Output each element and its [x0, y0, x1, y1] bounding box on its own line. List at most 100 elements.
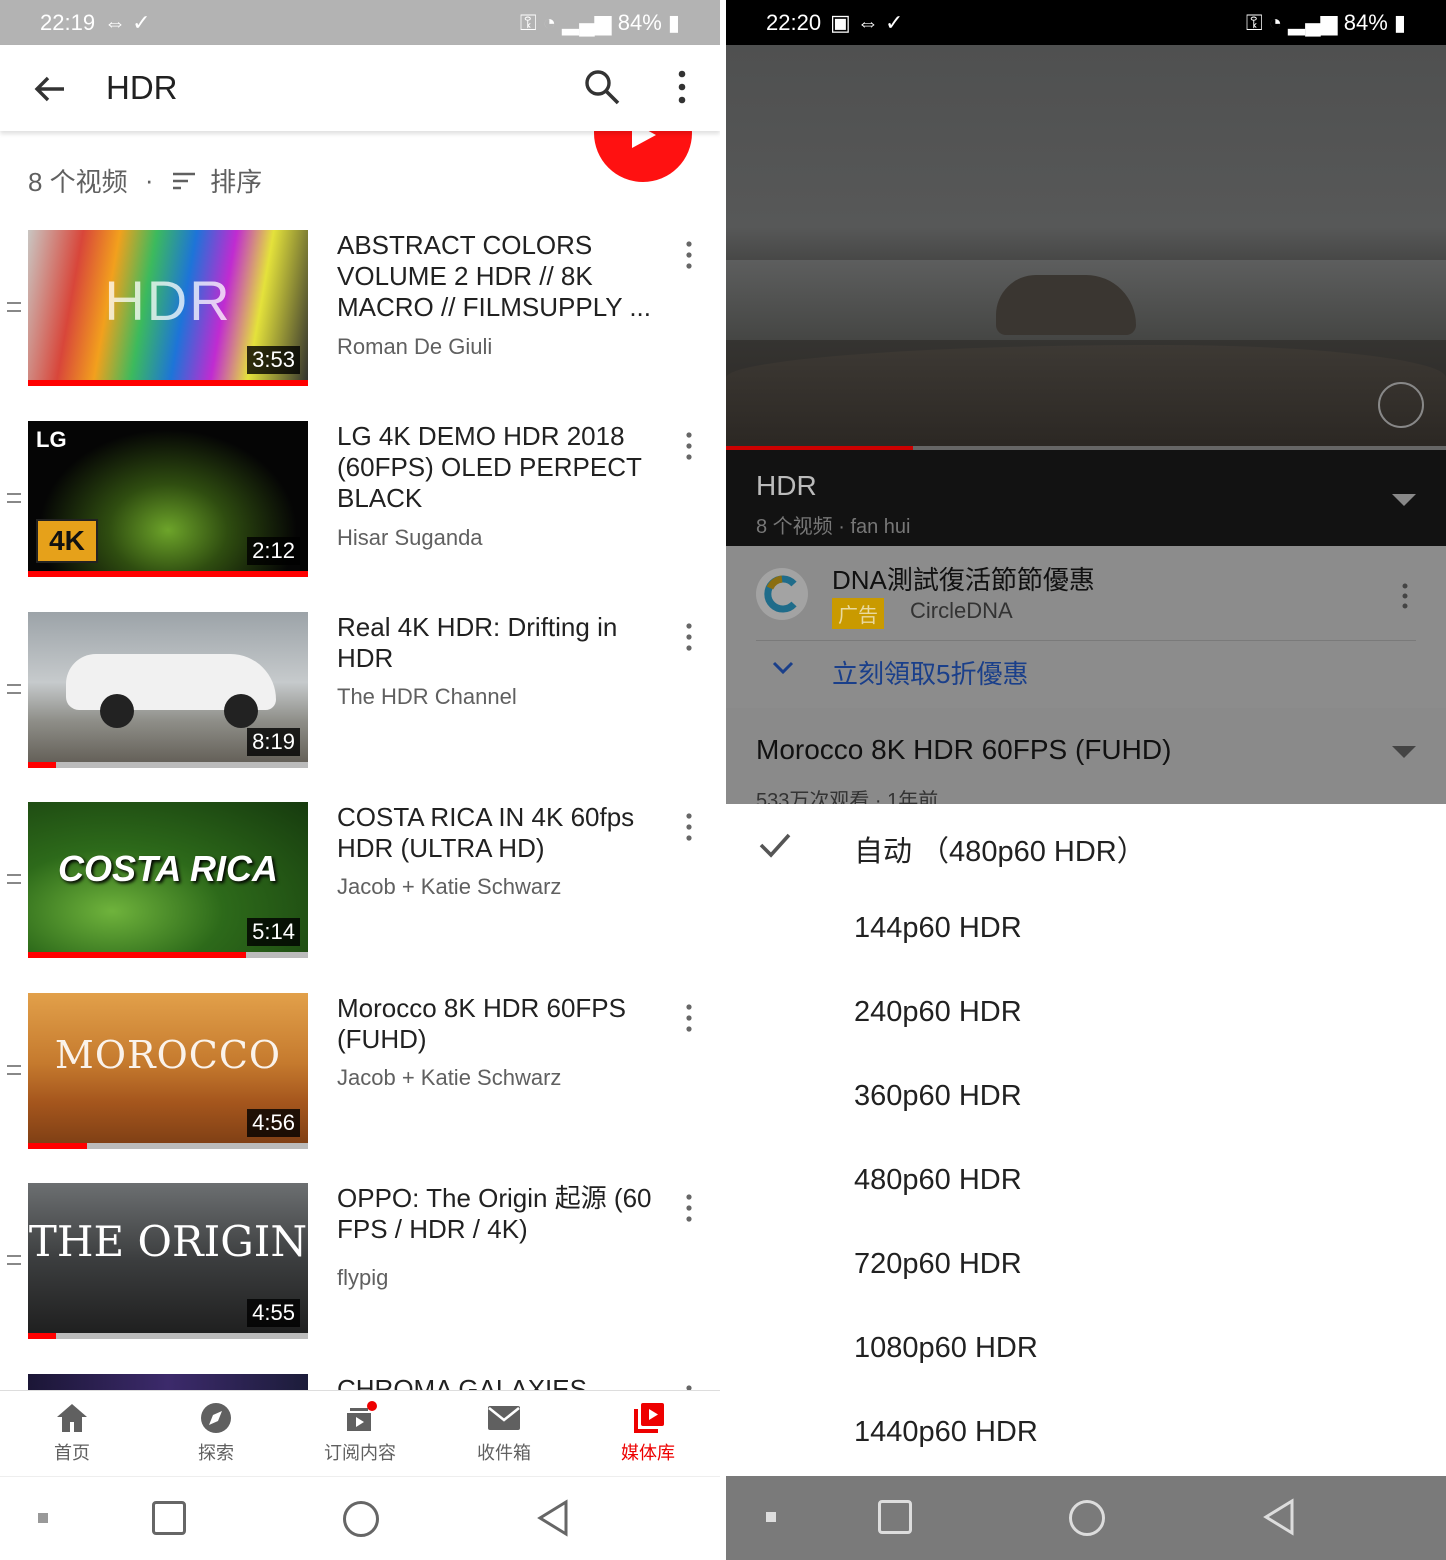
- video-list: HDR 3:53 ABSTRACT COLORS VOLUME 2 HDR //…: [0, 230, 720, 1390]
- video-thumbnail[interactable]: HDR 3:53: [28, 230, 308, 386]
- recents-button[interactable]: [152, 1501, 186, 1535]
- search-icon[interactable]: [582, 67, 622, 107]
- library-icon: [634, 1403, 664, 1433]
- back-button[interactable]: [1262, 1498, 1296, 1536]
- video-title: ABSTRACT COLORS VOLUME 2 HDR // 8K MACRO…: [337, 230, 651, 322]
- quality-option[interactable]: 144p60 HDR: [726, 888, 1446, 972]
- video-duration: 3:53: [247, 346, 300, 374]
- system-navigation-bar: [0, 1476, 720, 1560]
- chevron-down-icon[interactable]: [772, 661, 794, 675]
- quality-label: 144p60 HDR: [854, 912, 1022, 944]
- quality-option[interactable]: 480p60 HDR: [726, 1140, 1446, 1224]
- more-vert-icon[interactable]: [683, 240, 695, 270]
- more-vert-icon[interactable]: [683, 1193, 695, 1223]
- home-icon: [57, 1404, 87, 1432]
- back-arrow-icon[interactable]: [30, 69, 70, 109]
- ad-advertiser: CircleDNA: [910, 598, 1013, 623]
- more-vert-icon[interactable]: [683, 431, 695, 461]
- video-title: Real 4K HDR: Drifting in HDR: [337, 612, 618, 673]
- more-vert-icon[interactable]: [668, 67, 696, 107]
- divider: [756, 640, 1416, 641]
- video-duration: 8:19: [247, 728, 300, 756]
- quality-option[interactable]: 1080p60 HDR: [726, 1308, 1446, 1392]
- list-item[interactable]: 8:19 Real 4K HDR: Drifting in HDR The HD…: [0, 612, 720, 802]
- drag-handle-icon[interactable]: [7, 874, 21, 884]
- signal-icon: ⚿ ◔ ▂▄▆: [1245, 10, 1344, 35]
- ad-title: DNA測試復活節節優惠: [832, 565, 1095, 595]
- drag-handle-icon[interactable]: [7, 1065, 21, 1075]
- watch-progress: [28, 762, 308, 768]
- drag-handle-icon[interactable]: [7, 1255, 21, 1265]
- video-duration: 4:55: [247, 1299, 300, 1327]
- quality-label: 自动 （480p60 HDR）: [854, 836, 1146, 868]
- list-item[interactable]: LG 4K 2:12 LG 4K DEMO HDR 2018 (60FPS) O…: [0, 421, 720, 611]
- nav-library[interactable]: 媒体库: [576, 1401, 720, 1465]
- channel-watermark-icon[interactable]: [1378, 382, 1424, 428]
- ad-cta-link[interactable]: 立刻領取5折優惠: [832, 654, 1028, 691]
- quality-option[interactable]: 360p60 HDR: [726, 1056, 1446, 1140]
- expand-caret-icon[interactable]: [1392, 744, 1416, 758]
- ad-badge: 广告: [832, 598, 884, 629]
- nav-label: 媒体库: [621, 1443, 675, 1463]
- video-thumbnail[interactable]: LG 4K 2:12: [28, 421, 308, 577]
- more-vert-icon[interactable]: [1400, 582, 1410, 610]
- bottom-navigation: 首页 探索 订阅内容 收件箱 媒体库: [0, 1390, 720, 1476]
- video-thumbnail[interactable]: COSTA RICA 5:14: [28, 802, 308, 958]
- video-player[interactable]: [726, 45, 1446, 450]
- status-time: 22:20: [766, 10, 822, 35]
- list-item[interactable]: THE ORIGIN 4:55 OPPO: The Origin 起源 (60 …: [0, 1183, 720, 1373]
- drag-handle-icon[interactable]: [7, 684, 21, 694]
- video-thumbnail[interactable]: 8:19: [28, 612, 308, 768]
- quality-option[interactable]: 1440p60 HDR: [726, 1392, 1446, 1476]
- more-vert-icon[interactable]: [683, 812, 695, 842]
- recents-button[interactable]: [878, 1500, 912, 1534]
- quality-label: 480p60 HDR: [854, 1164, 1022, 1196]
- battery-level: 84%: [1343, 10, 1388, 35]
- quality-label: 360p60 HDR: [854, 1080, 1022, 1112]
- playlist-screen: 22:19 ⇔ ✓ ⚿ ◔ ▂▄▆ 84% ▮ HDR 8 个视频 · 排序 H…: [0, 0, 720, 1560]
- quality-label: 240p60 HDR: [854, 996, 1022, 1028]
- video-thumbnail[interactable]: MOROCCO 4:56: [28, 993, 308, 1149]
- system-navigation-bar: [726, 1476, 1446, 1560]
- list-item[interactable]: COSTA RICA 5:14 COSTA RICA IN 4K 60fps H…: [0, 802, 720, 992]
- quality-label: 1080p60 HDR: [854, 1332, 1038, 1364]
- video-info[interactable]: Morocco 8K HDR 60FPS (FUHD) 533万次观看 · 1年…: [726, 708, 1446, 812]
- sort-icon[interactable]: [171, 171, 197, 191]
- signal-icon: ⚿ ◔ ▂▄▆: [519, 10, 618, 35]
- sort-button[interactable]: 排序: [210, 167, 262, 197]
- list-item[interactable]: HDR 3:53 ABSTRACT COLORS VOLUME 2 HDR //…: [0, 230, 720, 420]
- nav-subscriptions[interactable]: 订阅内容: [288, 1401, 432, 1465]
- ad-card[interactable]: DNA測試復活節節優惠 广告 CircleDNA 立刻領取5折優惠: [726, 546, 1446, 708]
- home-button[interactable]: [1069, 1500, 1105, 1536]
- watch-progress: [28, 571, 308, 577]
- watch-progress: [28, 1143, 308, 1149]
- drag-handle-icon[interactable]: [7, 302, 21, 312]
- video-thumbnail[interactable]: THE ORIGIN 4:55: [28, 1183, 308, 1339]
- screen-root: 22:19 ⇔ ✓ ⚿ ◔ ▂▄▆ 84% ▮ HDR 8 个视频 · 排序 H…: [0, 0, 1446, 1560]
- video-title: LG 4K DEMO HDR 2018 (60FPS) OLED PERPECT…: [337, 421, 642, 513]
- video-thumbnail[interactable]: [28, 1374, 308, 1390]
- quality-option[interactable]: 240p60 HDR: [726, 972, 1446, 1056]
- more-vert-icon[interactable]: [683, 1003, 695, 1033]
- compass-icon: [201, 1403, 231, 1433]
- thumbnail-caption: MOROCCO: [54, 1033, 282, 1077]
- nav-home[interactable]: 首页: [0, 1401, 144, 1465]
- drag-handle-icon[interactable]: [7, 493, 21, 503]
- home-button[interactable]: [343, 1501, 379, 1537]
- sort-row: 8 个视频 · 排序: [28, 162, 262, 199]
- nav-inbox[interactable]: 收件箱: [432, 1401, 576, 1465]
- image-icon: ▣ ⇔ ✓: [830, 10, 904, 35]
- notification-dot-icon: [766, 1512, 776, 1522]
- video-title: Morocco 8K HDR 60FPS (FUHD): [337, 993, 626, 1054]
- more-vert-icon[interactable]: [683, 622, 695, 652]
- list-item[interactable]: CHROMA GALAXIES: [0, 1374, 720, 1390]
- playlist-header[interactable]: HDR 8 个视频 · fan hui: [726, 450, 1446, 546]
- quality-option[interactable]: 720p60 HDR: [726, 1224, 1446, 1308]
- expand-caret-icon[interactable]: [1392, 492, 1416, 506]
- app-bar: HDR: [0, 45, 720, 131]
- back-button[interactable]: [536, 1499, 570, 1537]
- quality-option[interactable]: 自动 （480p60 HDR）: [726, 804, 1446, 888]
- list-item[interactable]: MOROCCO 4:56 Morocco 8K HDR 60FPS (FUHD)…: [0, 993, 720, 1183]
- video-channel: Roman De Giuli: [337, 334, 493, 359]
- nav-explore[interactable]: 探索: [144, 1401, 288, 1465]
